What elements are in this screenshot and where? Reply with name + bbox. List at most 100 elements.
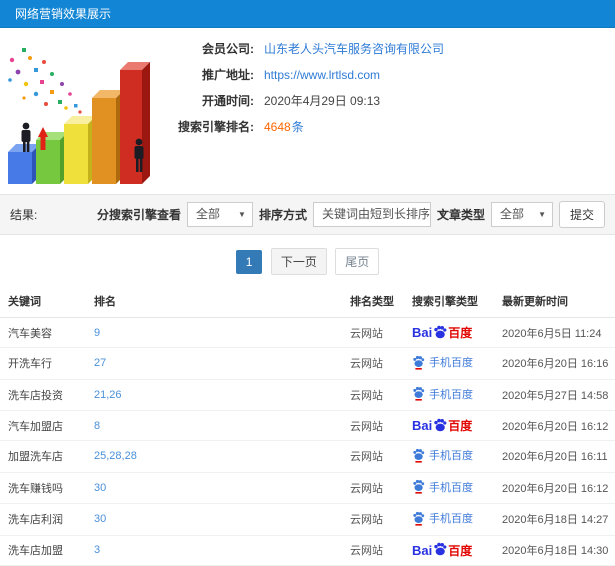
mobile-baidu-label: 手机百度 [429, 388, 473, 401]
info-row-company: 会员公司: 山东老人头汽车服务咨询有限公司 [158, 40, 615, 57]
mobile-baidu-logo: 手机百度 [412, 479, 473, 495]
article-type-label: 文章类型 [436, 208, 485, 222]
rank-cell: 8 [86, 410, 342, 441]
keyword-cell: 洗车店加盟 [0, 535, 86, 566]
engine-filter-value: 全部 [195, 207, 220, 221]
baidu-logo-cn: 百度 [448, 419, 473, 433]
bar-chart-illustration [0, 32, 158, 190]
company-label: 会员公司: [202, 42, 254, 56]
updated-cell: 2020年6月20日 16:12 [494, 410, 615, 441]
table-header-row: 关键词 排名 排名类型 搜索引擎类型 最新更新时间 [0, 285, 615, 318]
page-title: 网络营销效果展示 [15, 7, 112, 21]
baidu-logo-cn: 百度 [448, 326, 473, 340]
rank-type-cell: 云网站 [342, 472, 404, 504]
filter-bar: 结果: 分搜索引擎查看 全部 ▼ 排序方式 关键词由短到长排序 ▼ 文章类型 全… [0, 194, 615, 235]
member-info-panel: 会员公司: 山东老人头汽车服务咨询有限公司 推广地址: https://www.… [158, 32, 615, 190]
updated-cell: 2020年6月20日 16:16 [494, 347, 615, 380]
table-row: 洗车店加盟 3 云网站 Bai 百度 手机百度 [0, 535, 615, 566]
col-header-keyword: 关键词 [0, 285, 86, 318]
engine-type-cell: Bai 百度 手机百度 [404, 503, 494, 536]
keyword-cell: 洗车赚钱吗 [0, 472, 86, 504]
mobile-baidu-paw-icon [413, 355, 425, 370]
col-header-rank: 排名 [86, 285, 342, 318]
keyword-cell: 洗车店投资 [0, 379, 86, 411]
engine-type-cell: Bai 百度 手机百度 [404, 347, 494, 380]
rank-cell: 25,28,28 [86, 440, 342, 473]
hero-section: 会员公司: 山东老人头汽车服务咨询有限公司 推广地址: https://www.… [0, 28, 615, 190]
result-label: 结果: [10, 208, 38, 222]
article-type-select[interactable]: 全部 ▼ [490, 202, 553, 227]
col-header-rank-type: 排名类型 [342, 285, 404, 318]
updated-cell: 2020年6月5日 11:24 [494, 317, 615, 348]
pagination: 1 下一页 尾页 [0, 248, 615, 275]
mobile-baidu-label: 手机百度 [429, 357, 473, 369]
next-page-button[interactable]: 下一页 [270, 248, 327, 275]
updated-cell: 2020年6月20日 16:12 [494, 472, 615, 504]
table-row: 洗车店利润 30 云网站 Bai 百度 手机百度 [0, 503, 615, 536]
engine-type-cell: Bai 百度 手机百度 [404, 410, 494, 441]
promotion-url-link[interactable]: https://www.lrtlsd.com [264, 68, 380, 82]
page-header-bar: 网络营销效果展示 [0, 0, 615, 28]
chevron-down-icon: ▼ [238, 210, 246, 219]
keyword-cell: 汽车美容 [0, 317, 86, 348]
keyword-cell: 加盟洗车店 [0, 440, 86, 473]
col-header-updated: 最新更新时间 [494, 285, 615, 318]
article-type-value: 全部 [499, 207, 524, 221]
baidu-paw-icon [434, 542, 447, 556]
mobile-baidu-logo: 手机百度 [412, 510, 473, 526]
table-row: 洗车店投资 21,26 云网站 Bai 百度 手机百度 [0, 379, 615, 411]
mobile-baidu-paw-icon [413, 448, 425, 463]
updated-cell: 2020年5月27日 14:58 [494, 379, 615, 411]
growth-chart-graphic [8, 48, 150, 184]
rank-cell: 9 [86, 317, 342, 348]
info-row-rank-count: 搜索引擎排名: 4648 条 [158, 118, 615, 135]
table-row: 汽车加盟店 8 云网站 Bai 百度 手机百度 [0, 410, 615, 441]
rank-type-cell: 云网站 [342, 317, 404, 348]
mobile-baidu-paw-icon [413, 511, 425, 526]
baidu-logo-latin: Bai [412, 418, 433, 433]
mobile-baidu-logo: 手机百度 [412, 447, 473, 463]
rank-cell: 30 [86, 503, 342, 536]
baidu-paw-icon [434, 418, 447, 431]
rank-cell: 21,26 [86, 379, 342, 411]
rank-type-cell: 云网站 [342, 440, 404, 473]
baidu-logo-latin: Bai [412, 325, 433, 340]
confetti-dots [8, 48, 82, 114]
sort-select[interactable]: 关键词由短到长排序 ▼ [312, 202, 446, 227]
baidu-logo: Bai 百度 [412, 324, 472, 341]
submit-button[interactable]: 提交 [558, 201, 605, 228]
table-row: 加盟洗车店 25,28,28 云网站 Bai 百度 手机百 [0, 440, 615, 473]
engine-filter-label: 分搜索引擎查看 [96, 208, 181, 222]
mobile-baidu-label: 手机百度 [429, 513, 473, 525]
rank-type-cell: 云网站 [342, 535, 404, 566]
keyword-cell: 开洗车行 [0, 347, 86, 380]
rank-cell: 27 [86, 347, 342, 380]
open-time-label: 开通时间: [202, 94, 254, 108]
table-row: 汽车美容 9 云网站 Bai 百度 手机百度 [0, 317, 615, 348]
url-label: 推广地址: [202, 68, 254, 82]
bars [8, 62, 150, 184]
mobile-baidu-label: 手机百度 [429, 450, 473, 462]
engine-type-cell: Bai 百度 手机百度 [404, 472, 494, 504]
table-row: 洗车赚钱吗 30 云网站 Bai 百度 手机百度 [0, 472, 615, 504]
rank-count-label: 搜索引擎排名: [178, 120, 254, 134]
filter-controls: 分搜索引擎查看 全部 ▼ 排序方式 关键词由短到长排序 ▼ 文章类型 全部 ▼ … [97, 201, 605, 228]
updated-cell: 2020年6月18日 14:30 [494, 535, 615, 566]
sort-value: 关键词由短到长排序 [321, 207, 430, 221]
chevron-down-icon: ▼ [538, 210, 546, 219]
engine-type-cell: Bai 百度 手机百度 [404, 440, 494, 473]
rank-type-cell: 云网站 [342, 503, 404, 536]
company-link[interactable]: 山东老人头汽车服务咨询有限公司 [264, 40, 444, 57]
page-button-current[interactable]: 1 [235, 250, 263, 274]
baidu-logo-cn: 百度 [448, 543, 473, 558]
last-page-button[interactable]: 尾页 [335, 248, 380, 275]
engine-type-cell: Bai 百度 手机百度 [404, 379, 494, 411]
col-header-engine-type: 搜索引擎类型 [404, 285, 494, 318]
engine-type-cell: Bai 百度 手机百度 [404, 535, 494, 566]
mobile-baidu-logo: 手机百度 [412, 354, 473, 370]
rank-count-unit: 条 [291, 120, 304, 134]
engine-filter-select[interactable]: 全部 ▼ [186, 202, 253, 227]
mobile-baidu-paw-icon [413, 386, 425, 401]
engine-type-cell: Bai 百度 手机百度 [404, 317, 494, 348]
info-row-open-time: 开通时间: 2020年4月29日 09:13 [158, 92, 615, 109]
